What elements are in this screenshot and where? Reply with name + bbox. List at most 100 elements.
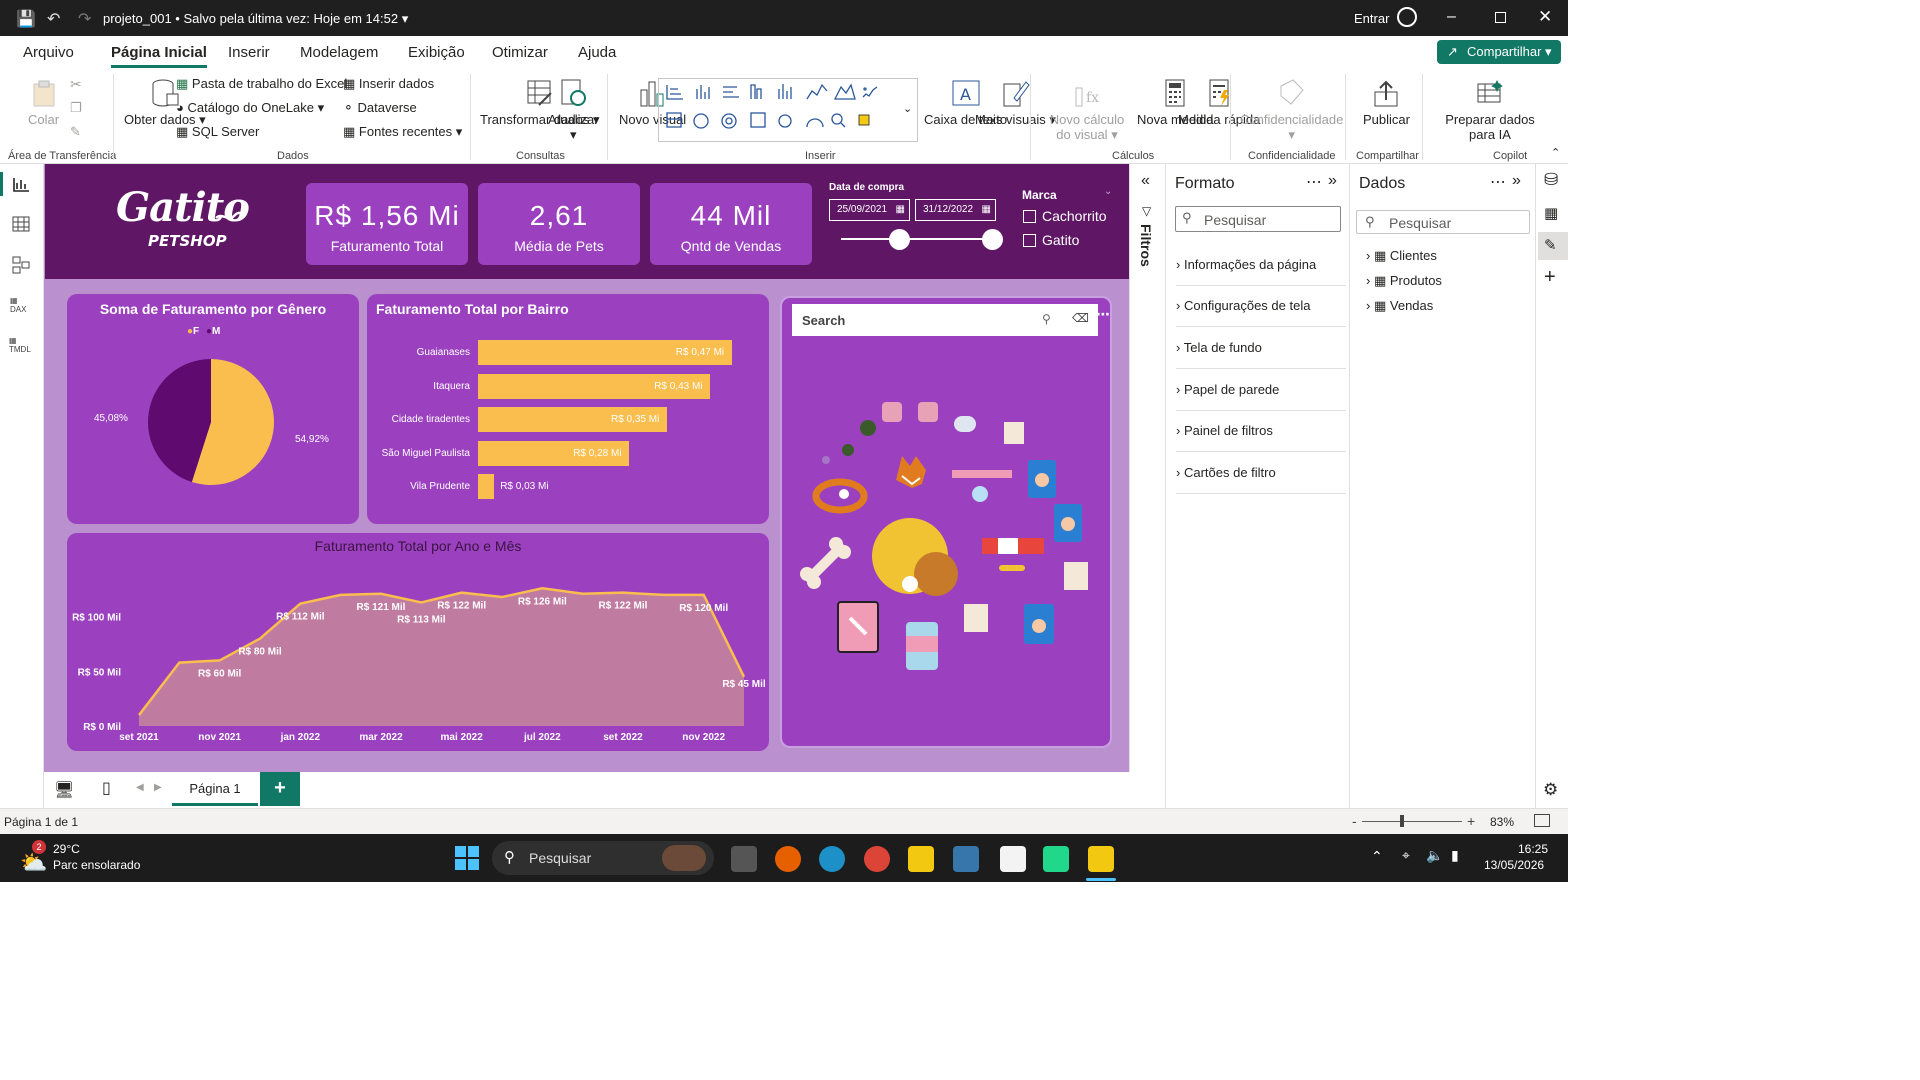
chrome-icon[interactable]	[864, 846, 890, 872]
end-date-input[interactable]: 31/12/2022 ▦	[915, 199, 996, 221]
filters-pane-collapsed[interactable]: « ▽ Filtros	[1129, 164, 1165, 772]
pycharm-icon[interactable]	[1043, 846, 1069, 872]
maximize-button[interactable]	[1495, 12, 1506, 23]
format-section-filter-pane[interactable]: › Painel de filtros	[1176, 411, 1346, 452]
save-icon[interactable]: 💾	[16, 9, 36, 29]
dataverse-button[interactable]: ⚬ Dataverse	[343, 100, 417, 116]
recent-sources-button[interactable]: ▦ Fontes recentes ▾	[343, 124, 462, 140]
gender-pie-chart[interactable]: Soma de Faturamento por Gênero ●F ●M 54,…	[67, 294, 359, 524]
neighborhood-bar-chart[interactable]: Faturamento Total por Bairro Guaianases R…	[367, 294, 769, 524]
checkbox[interactable]	[1023, 210, 1036, 223]
format-section-wallpaper[interactable]: › Papel de parede	[1176, 370, 1346, 411]
tab-ajuda[interactable]: Ajuda	[578, 44, 616, 61]
minimize-button[interactable]: –	[1447, 8, 1456, 26]
checkbox[interactable]	[1023, 234, 1036, 247]
desktop-layout-icon[interactable]: 🖥	[54, 780, 74, 800]
format-pane-icon[interactable]: ✎	[1538, 232, 1568, 260]
publish-button[interactable]: Publicar	[1363, 78, 1410, 127]
sensitivity-button[interactable]: Confidencialidade ▾	[1240, 78, 1343, 142]
bar[interactable]	[478, 474, 495, 499]
tab-arquivo[interactable]: Arquivo	[23, 44, 74, 61]
prepare-data-ai-button[interactable]: Preparar dados para IA	[1432, 78, 1548, 142]
taskbar-search[interactable]: ⚲ Pesquisar	[492, 841, 714, 875]
redo-icon[interactable]: ↷	[78, 9, 91, 29]
zoom-slider[interactable]	[1362, 821, 1462, 822]
undo-icon[interactable]: ↶	[47, 9, 60, 29]
format-section-filter-cards[interactable]: › Cartões de filtro	[1176, 453, 1346, 494]
format-painter-icon[interactable]: ✎	[70, 124, 81, 140]
show-hidden-icons[interactable]: ⌃	[1371, 848, 1383, 865]
table-produtos[interactable]: › ▦ Produtos	[1366, 273, 1442, 289]
more-options-icon[interactable]: ⋯	[1306, 172, 1322, 192]
windows-start-icon[interactable]	[455, 846, 479, 870]
cut-icon[interactable]: ✂	[70, 76, 82, 93]
date-slider-track[interactable]	[841, 238, 993, 240]
model-view-icon[interactable]	[12, 256, 30, 274]
add-pane-icon[interactable]: +	[1544, 266, 1556, 289]
expand-filters-icon[interactable]: «	[1141, 172, 1150, 190]
visual-gallery[interactable]	[658, 78, 918, 142]
clock-date[interactable]: 13/05/2026	[1484, 858, 1544, 872]
gallery-expand-icon[interactable]: ⌄	[903, 102, 912, 115]
table-vendas[interactable]: › ▦ Vendas	[1366, 298, 1433, 314]
mobile-layout-icon[interactable]: ▯	[102, 778, 111, 798]
window-title[interactable]: projeto_001 • Salvo pela última vez: Hoj…	[103, 11, 408, 27]
zoom-in-icon[interactable]: +	[1467, 813, 1475, 829]
account-icon[interactable]	[1397, 7, 1417, 27]
file-explorer-icon[interactable]	[908, 846, 934, 872]
data-search-input[interactable]: ⚲ Pesquisar	[1356, 210, 1530, 234]
prev-page-icon[interactable]: ◀	[136, 782, 144, 793]
notepad-icon[interactable]	[1000, 846, 1026, 872]
format-section-background[interactable]: › Tela de fundo	[1176, 328, 1346, 369]
tab-inserir[interactable]: Inserir	[228, 44, 270, 61]
zoom-out-icon[interactable]: -	[1352, 813, 1357, 829]
collapse-pane-icon[interactable]: »	[1512, 172, 1521, 190]
enter-data-button[interactable]: ▦ Inserir dados	[343, 76, 434, 92]
table-view-icon[interactable]	[12, 216, 30, 232]
tab-modelagem[interactable]: Modelagem	[300, 44, 378, 61]
settings-icon[interactable]: ⚙	[1543, 780, 1558, 800]
weather-widget[interactable]: ⛅ 2	[20, 840, 48, 875]
kpi-card-revenue[interactable]: R$ 1,56 Mi Faturamento Total	[306, 183, 468, 265]
kpi-card-sales-count[interactable]: 44 Mil Qntd de Vendas	[650, 183, 812, 265]
more-options-icon[interactable]: ⋯	[1490, 172, 1506, 192]
python-icon[interactable]	[953, 846, 979, 872]
date-slider-start-handle[interactable]	[889, 229, 910, 250]
volume-icon[interactable]: 🔈	[1426, 847, 1443, 864]
wifi-icon[interactable]: ⌖	[1402, 847, 1410, 864]
monthly-revenue-area-chart[interactable]: Faturamento Total por Ano e Mês R$ 0 Mil…	[67, 533, 769, 751]
date-slider-end-handle[interactable]	[982, 229, 1003, 250]
kpi-card-avg-pets[interactable]: 2,61 Média de Pets	[478, 183, 640, 265]
edge-icon[interactable]	[819, 846, 845, 872]
brand-option-cachorrito[interactable]: Cachorrito	[1022, 208, 1122, 226]
zoom-slider-handle[interactable]	[1400, 815, 1404, 827]
start-date-input[interactable]: 25/09/2021 ▦	[829, 199, 910, 221]
collapse-pane-icon[interactable]: »	[1328, 172, 1337, 190]
add-page-button[interactable]: +	[260, 772, 300, 806]
next-page-icon[interactable]: ▶	[154, 782, 162, 793]
sign-in-link[interactable]: Entrar	[1354, 11, 1389, 26]
tmdl-view-icon[interactable]: ▦ TMDL	[9, 336, 31, 354]
format-section-page-info[interactable]: › Informações da página	[1176, 245, 1346, 286]
data-pane-icon[interactable]: ⛁	[1544, 170, 1558, 190]
sql-server-button[interactable]: ▦ SQL Server	[176, 124, 259, 140]
excel-workbook-button[interactable]: ▦ Pasta de trabalho do Excel	[176, 76, 347, 92]
onelake-catalog-button[interactable]: ◕ Catálogo do OneLake ▾	[176, 100, 324, 116]
product-image-search-visual[interactable]: Search ⚲ ⌫ ⋯	[780, 296, 1112, 748]
tab-otimizar[interactable]: Otimizar	[492, 44, 548, 61]
report-view-icon[interactable]	[12, 176, 30, 192]
format-search-input[interactable]: ⚲ Pesquisar	[1175, 206, 1341, 232]
collapse-ribbon-icon[interactable]: ⌃	[1551, 146, 1560, 159]
firefox-icon[interactable]	[775, 846, 801, 872]
share-button[interactable]: ↗ Compartilhar ▾	[1437, 40, 1561, 64]
fit-to-page-icon[interactable]	[1534, 814, 1550, 827]
battery-icon[interactable]: ▮	[1451, 847, 1459, 864]
format-section-canvas-settings[interactable]: › Configurações de tela	[1176, 286, 1346, 327]
new-visual-calculation-button[interactable]: fx Novo cálculo do visual ▾	[1041, 78, 1133, 142]
tab-exibicao[interactable]: Exibição	[408, 44, 465, 61]
close-button[interactable]: ✕	[1538, 7, 1552, 27]
copy-icon[interactable]: ❐	[70, 100, 82, 116]
table-clientes[interactable]: › ▦ Clientes	[1366, 248, 1437, 264]
page-tab-1[interactable]: Página 1	[172, 772, 258, 806]
chevron-down-icon[interactable]: ⌄	[1104, 186, 1112, 197]
